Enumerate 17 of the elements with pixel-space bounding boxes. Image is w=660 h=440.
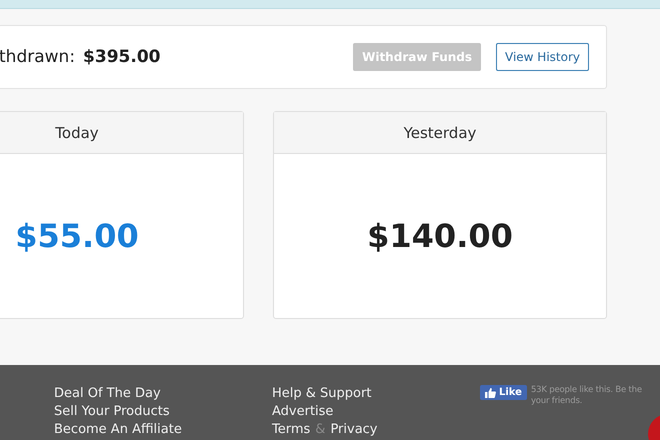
footer-link[interactable]: Sell Your Products: [54, 403, 170, 421]
footer-link[interactable]: Privacy: [330, 422, 378, 437]
separator-text: &: [315, 422, 326, 437]
card-title: Today: [55, 124, 99, 142]
thumbs-up-icon: [485, 388, 496, 398]
footer-link[interactable]: Become An Affiliate: [54, 421, 182, 439]
footer-link[interactable]: Help & Support: [272, 385, 372, 403]
footer-link[interactable]: Deal Of The Day: [54, 385, 161, 403]
like-count-text: 53K people like this. Be the your friends.: [530, 385, 642, 407]
footer-link[interactable]: Advertise: [272, 403, 334, 421]
amount-value: $140.00: [367, 217, 513, 255]
card-title: Yesterday: [404, 124, 476, 142]
like-button[interactable]: Like: [480, 385, 527, 400]
amount-value: $55.00: [15, 217, 139, 255]
footer-link[interactable]: Terms: [272, 422, 310, 437]
withdrawn-amount: $395.00: [83, 47, 160, 67]
history-button[interactable]: View History: [496, 43, 589, 71]
